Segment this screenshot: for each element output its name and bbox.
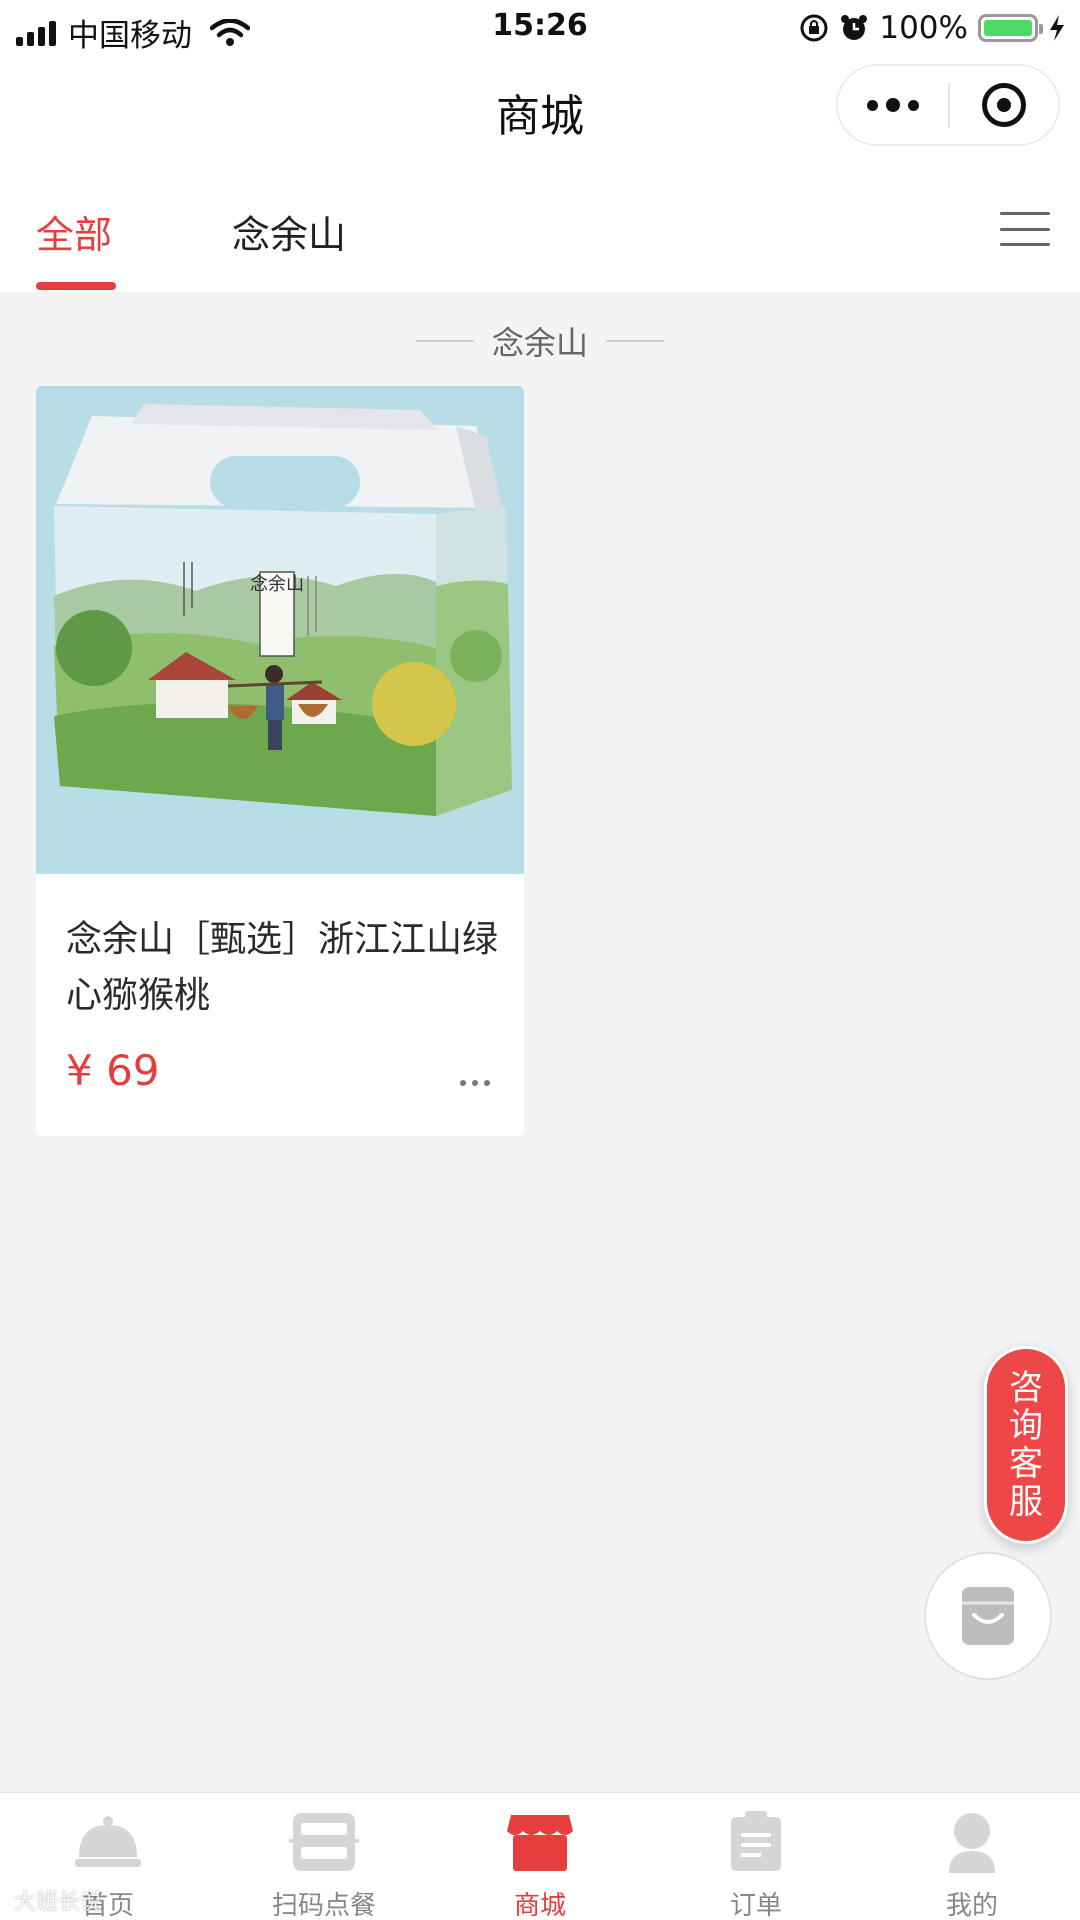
charging-bolt-icon xyxy=(1050,15,1064,41)
more-options-button[interactable] xyxy=(838,66,948,144)
customer-service-button[interactable]: 咨询客服 xyxy=(984,1346,1068,1544)
category-tab-bar: 全部 念余山 xyxy=(0,164,1080,292)
box-label-char: 念余山 xyxy=(250,573,304,595)
target-icon xyxy=(982,83,1026,127)
bottom-tab-bar: 首页 扫码点餐 商城 订单 我的 xyxy=(0,1792,1080,1920)
bottom-tab-profile[interactable]: 我的 xyxy=(864,1793,1080,1920)
service-bell-icon xyxy=(75,1816,141,1867)
section-header: 念余山 xyxy=(0,318,1080,364)
bottom-tab-store-label: 商城 xyxy=(513,1891,566,1920)
bottom-tab-store[interactable]: 商城 xyxy=(432,1793,648,1920)
bottom-tab-profile-label: 我的 xyxy=(945,1891,998,1920)
shopping-bag-icon xyxy=(962,1587,1014,1645)
product-name[interactable]: 念余山［甄选］浙江江山绿心猕猴桃 xyxy=(66,912,506,1024)
bottom-tab-scan-order[interactable]: 扫码点餐 xyxy=(216,1793,432,1920)
rotation-lock-icon xyxy=(800,14,828,42)
scan-order-icon xyxy=(289,1813,359,1871)
tab-all[interactable]: 全部 xyxy=(36,204,112,259)
alarm-icon xyxy=(841,15,868,40)
user-profile-icon xyxy=(949,1813,995,1873)
battery-percent: 100% xyxy=(879,10,968,46)
screen: 中国移动 15:26 100% 商城 全部 念余山 念余山 念余山 念余山［甄选… xyxy=(0,0,1080,1920)
status-bar: 中国移动 15:26 100% xyxy=(0,0,1080,54)
active-tab-indicator xyxy=(36,282,116,290)
bottom-tab-orders[interactable]: 订单 xyxy=(648,1793,864,1920)
store-icon xyxy=(507,1815,573,1871)
bottom-tab-scan-order-label: 扫码点餐 xyxy=(271,1891,376,1920)
tab-nianyushan[interactable]: 念余山 xyxy=(232,204,346,259)
shopping-bag-button[interactable] xyxy=(924,1552,1052,1680)
product-more-icon[interactable] xyxy=(460,1080,490,1086)
close-miniprogram-button[interactable] xyxy=(950,66,1058,144)
nav-bar: 商城 xyxy=(0,54,1080,164)
product-price: ¥ 69 xyxy=(66,1046,160,1095)
watermark: 大班长说 xyxy=(14,1890,103,1915)
customer-service-label: 咨询客服 xyxy=(1009,1368,1043,1522)
status-right: 100% xyxy=(799,10,1066,46)
miniprogram-capsule xyxy=(836,64,1060,146)
section-divider-right xyxy=(606,340,664,342)
battery-icon xyxy=(978,14,1043,42)
product-card[interactable]: 念余山 念余山［甄选］浙江江山绿心猕猴桃 ¥ 69 xyxy=(36,386,524,1136)
section-title: 念余山 xyxy=(491,324,588,362)
product-image[interactable]: 念余山 xyxy=(36,386,524,874)
order-list-icon xyxy=(731,1811,781,1871)
bottom-tab-orders-label: 订单 xyxy=(729,1891,782,1920)
section-divider-left xyxy=(415,340,474,342)
category-menu-icon[interactable] xyxy=(1000,212,1050,246)
